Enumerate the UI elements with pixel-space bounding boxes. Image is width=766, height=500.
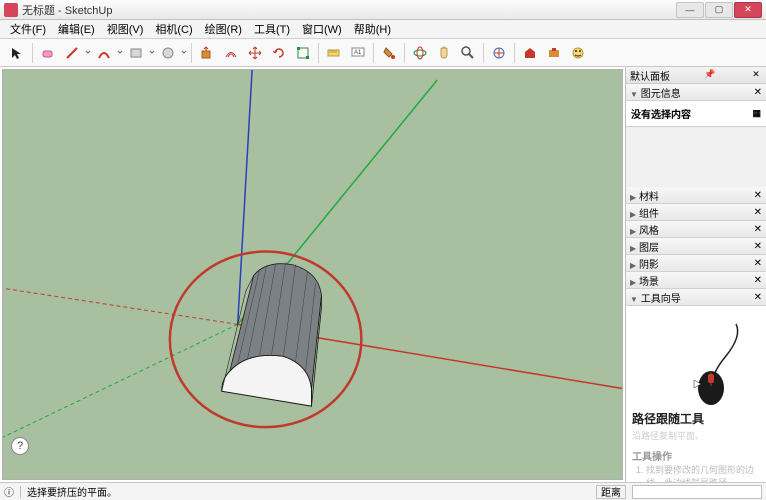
warehouse-button[interactable] bbox=[519, 42, 541, 64]
distance-input[interactable] bbox=[632, 485, 762, 499]
scale-tool-button[interactable] bbox=[292, 42, 314, 64]
panel-scenes[interactable]: ▶ 场景✕ bbox=[626, 272, 766, 289]
menu-view[interactable]: 视图(V) bbox=[101, 21, 150, 37]
tray-header[interactable]: 默认面板 📌 ✕ bbox=[626, 67, 766, 84]
orbit-tool-button[interactable] bbox=[409, 42, 431, 64]
element-menu-icon[interactable]: ▦ bbox=[752, 108, 761, 119]
menu-window[interactable]: 窗口(W) bbox=[296, 21, 348, 37]
help-button[interactable]: ? bbox=[11, 437, 29, 455]
offset-tool-button[interactable] bbox=[220, 42, 242, 64]
tape-tool-button[interactable] bbox=[323, 42, 345, 64]
model-extrusion bbox=[222, 263, 322, 407]
menu-help[interactable]: 帮助(H) bbox=[348, 21, 397, 37]
panel-shadows[interactable]: ▶ 阴影✕ bbox=[626, 255, 766, 272]
pushpull-tool-button[interactable] bbox=[196, 42, 218, 64]
distance-label: 距离 bbox=[596, 485, 626, 499]
panel-styles[interactable]: ▶ 风格✕ bbox=[626, 221, 766, 238]
axis-blue bbox=[238, 70, 253, 324]
panel-instructor-header[interactable]: ▼ 工具向导✕ bbox=[626, 289, 766, 306]
select-tool-button[interactable] bbox=[6, 42, 28, 64]
element-info-body: 没有选择内容 ▦ bbox=[626, 101, 766, 127]
menu-camera[interactable]: 相机(C) bbox=[149, 21, 198, 37]
right-panel: 默认面板 📌 ✕ ▼ 图元信息 ✕ 没有选择内容 ▦ ▶ 材料✕ ▶ 组件✕ ▶… bbox=[625, 67, 766, 482]
close-button[interactable]: ✕ bbox=[734, 2, 762, 18]
status-hint: 选择要挤压的平面。 bbox=[27, 484, 117, 499]
zoom-tool-button[interactable] bbox=[457, 42, 479, 64]
status-icon[interactable]: ⓘ bbox=[4, 484, 14, 499]
axis-red-dash bbox=[3, 284, 238, 324]
menu-tools[interactable]: 工具(T) bbox=[248, 21, 296, 37]
circle-tool-button[interactable] bbox=[157, 42, 179, 64]
instructor-body: 路径跟随工具 沿路径复制平面。 工具操作 找到要修改的几何图形的边线。此边线就是… bbox=[626, 306, 766, 482]
line-tool-button[interactable] bbox=[61, 42, 83, 64]
svg-text:A1: A1 bbox=[354, 50, 362, 56]
zoom-extents-button[interactable] bbox=[488, 42, 510, 64]
menu-file[interactable]: 文件(F) bbox=[4, 21, 52, 37]
window-title: 无标题 - SketchUp bbox=[22, 2, 676, 18]
instructor-tool-name: 路径跟随工具 bbox=[632, 410, 760, 427]
toolbar: A1 bbox=[0, 39, 766, 67]
text-tool-button[interactable]: A1 bbox=[347, 42, 369, 64]
app-icon bbox=[4, 3, 18, 17]
panel-components[interactable]: ▶ 组件✕ bbox=[626, 204, 766, 221]
instructor-steps: 找到要修改的几何图形的边线。此边线就是路径。 绘制一个垂直于路径的平面。 点击 … bbox=[632, 463, 760, 482]
rectangle-tool-button[interactable] bbox=[125, 42, 147, 64]
tray-title: 默认面板 bbox=[630, 68, 670, 83]
move-tool-button[interactable] bbox=[244, 42, 266, 64]
rotate-tool-button[interactable] bbox=[268, 42, 290, 64]
maximize-button[interactable]: ▢ bbox=[705, 2, 733, 18]
tray-close-icon[interactable]: ✕ bbox=[750, 69, 762, 81]
instructor-illustration bbox=[646, 316, 746, 406]
element-empty-text: 没有选择内容 bbox=[631, 106, 691, 121]
tray-pin-icon[interactable]: 📌 bbox=[704, 69, 716, 81]
pan-tool-button[interactable] bbox=[433, 42, 455, 64]
arc-tool-button[interactable] bbox=[93, 42, 115, 64]
menu-draw[interactable]: 绘图(R) bbox=[199, 21, 248, 37]
menubar: 文件(F) 编辑(E) 视图(V) 相机(C) 绘图(R) 工具(T) 窗口(W… bbox=[0, 20, 766, 39]
eraser-tool-button[interactable] bbox=[37, 42, 59, 64]
panel-close-icon[interactable]: ✕ bbox=[754, 87, 762, 98]
menu-edit[interactable]: 编辑(E) bbox=[52, 21, 101, 37]
instructor-subtitle: 沿路径复制平面。 bbox=[632, 429, 760, 442]
scene-svg bbox=[3, 70, 622, 479]
viewport-3d[interactable]: ? bbox=[2, 69, 623, 480]
axis-green-dash bbox=[3, 324, 238, 449]
titlebar: 无标题 - SketchUp — ▢ ✕ bbox=[0, 0, 766, 20]
instructor-ops-title: 工具操作 bbox=[632, 448, 760, 463]
paint-tool-button[interactable] bbox=[378, 42, 400, 64]
status-bar: ⓘ 选择要挤压的平面。 距离 bbox=[0, 482, 766, 500]
extension-button[interactable] bbox=[543, 42, 565, 64]
panel-materials[interactable]: ▶ 材料✕ bbox=[626, 187, 766, 204]
layers-button[interactable] bbox=[567, 42, 589, 64]
panel-layers[interactable]: ▶ 图层✕ bbox=[626, 238, 766, 255]
minimize-button[interactable]: — bbox=[676, 2, 704, 18]
panel-element-info-header[interactable]: ▼ 图元信息 ✕ bbox=[626, 84, 766, 101]
